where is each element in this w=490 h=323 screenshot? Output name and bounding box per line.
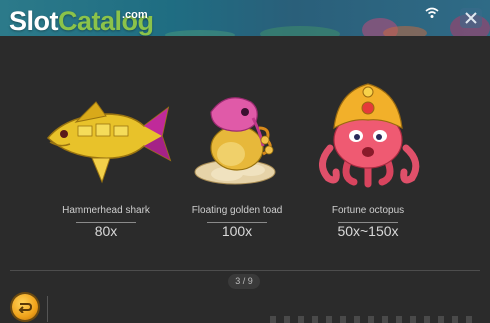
footer-divider	[10, 270, 480, 271]
back-arrow-icon	[18, 303, 32, 313]
fortune-octopus-icon	[319, 83, 420, 188]
footer-separator	[47, 296, 48, 322]
golden-shark-icon	[46, 101, 172, 184]
page-indicator: 3 / 9	[228, 274, 260, 289]
wifi-icon	[425, 7, 439, 18]
symbol-multiplier: 80x	[94, 223, 118, 239]
symbol-name: Floating golden toad	[191, 205, 283, 216]
back-button[interactable]	[12, 294, 38, 320]
golden-toad-icon	[194, 97, 276, 185]
symbol-multiplier: 50x~150x	[337, 223, 399, 239]
symbol-multiplier: 100x	[221, 223, 253, 239]
slotcatalog-logo: SlotCatalog .com	[9, 6, 154, 36]
top-banner: SlotCatalog .com	[0, 0, 490, 36]
symbol-name: Fortune octopus	[331, 205, 405, 216]
close-icon[interactable]	[460, 8, 482, 28]
symbol-name: Hammerhead shark	[62, 205, 150, 216]
bottom-text-fragment	[270, 316, 480, 323]
